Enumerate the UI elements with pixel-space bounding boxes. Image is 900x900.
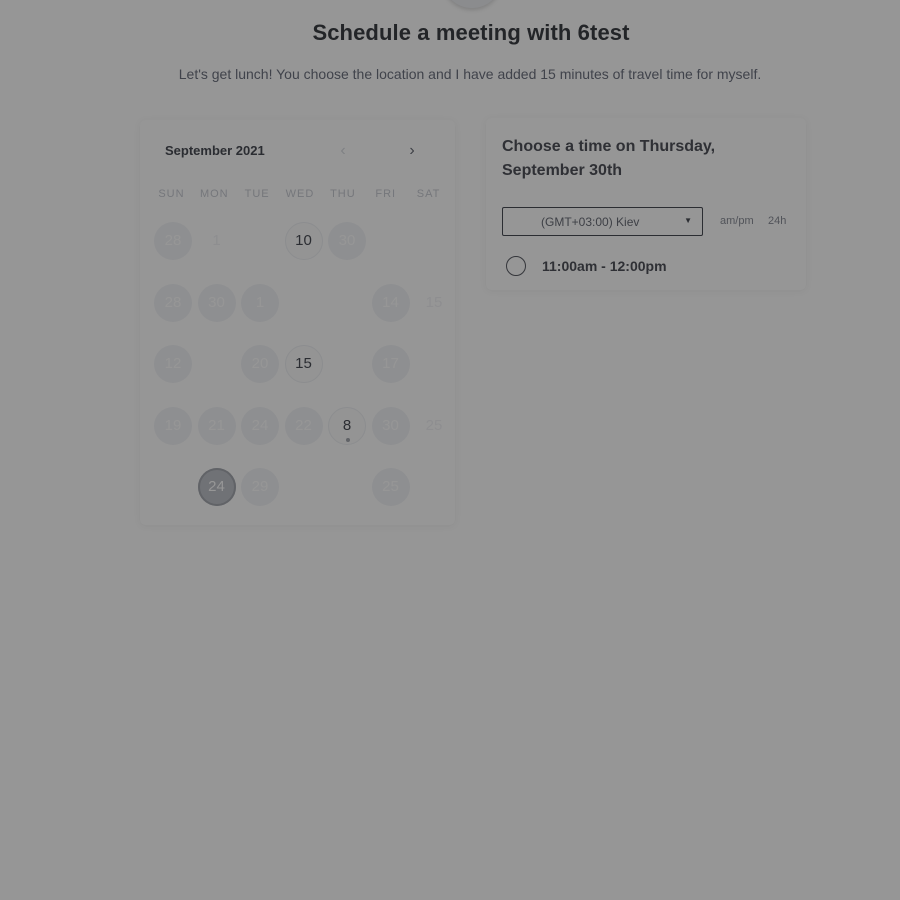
- scheduling-page: Schedule a meeting with 6test Let's get …: [0, 0, 900, 900]
- modal-overlay[interactable]: [0, 0, 900, 900]
